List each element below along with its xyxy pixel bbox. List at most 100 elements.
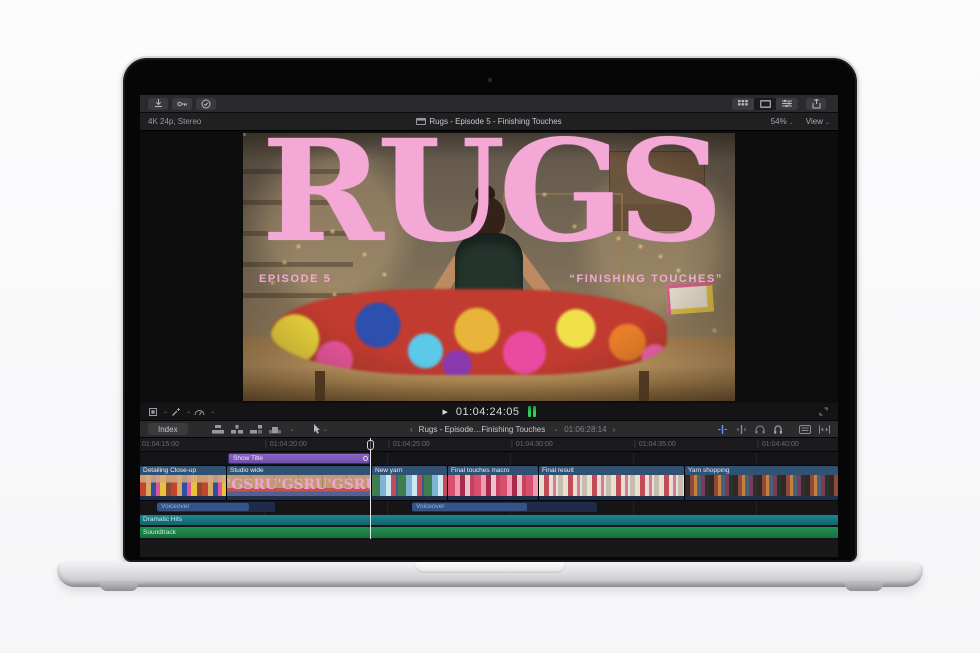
fit-timeline-icon[interactable] [819, 425, 830, 434]
inspector-toggle[interactable] [776, 98, 798, 110]
clip-filmstrip [539, 475, 684, 496]
timeline-toggle[interactable] [754, 98, 776, 110]
current-timecode: 01:04:24:05 [456, 406, 520, 418]
lid-groove [414, 562, 566, 573]
viewer-pane: RUGS EPISODE 5 “FINISHING TOUCHES” [140, 131, 838, 403]
title-clip-label: Show Title [233, 455, 263, 462]
video-clip[interactable]: Final result [539, 466, 684, 500]
timeline-pane: 01:04:15:00 |01:04:20:00 |01:04:25:00 |0… [140, 438, 838, 540]
background-tasks-button[interactable] [196, 98, 216, 110]
play-button[interactable]: ▶ [442, 408, 447, 416]
viewer-info-bar: 4K 24p, Stereo Rugs - Episode 5 - Finish… [140, 113, 838, 131]
timeline-toolbar: Index ⌄ [140, 420, 838, 438]
audio-meters[interactable] [528, 406, 536, 417]
background-tasks-icon [201, 99, 211, 109]
clip-label: Soundtrack [143, 529, 176, 536]
clip-audio-strip [227, 496, 370, 500]
timeline-tracks: Show Title Detailing Close-up Studio wid… [140, 453, 838, 540]
playhead[interactable] [370, 438, 371, 539]
filmstrip-icon [760, 100, 771, 108]
next-clip-button[interactable]: › [613, 425, 616, 434]
import-icon [154, 99, 163, 108]
title-clip[interactable]: Show Title [228, 453, 370, 464]
connect-edit-icon[interactable] [212, 425, 224, 434]
ruler-tick: |01:04:20:00 [265, 441, 307, 448]
share-button[interactable] [806, 98, 826, 110]
clip-nav-timecode: 01:06:28:14 [564, 425, 606, 434]
clip-label: Detailing Close-up [140, 466, 226, 475]
clip-label: Final touches macro [448, 466, 538, 475]
macbook-screen: 4K 24p, Stereo Rugs - Episode 5 - Finish… [121, 56, 859, 564]
transport-bar: ⌄ ⌄ ⌄ ▶ 01:04:24:05 [140, 403, 838, 420]
top-toolbar [140, 95, 838, 113]
voiceover-clip[interactable]: Voiceover [157, 502, 275, 512]
final-cut-window: 4K 24p, Stereo Rugs - Episode 5 - Finish… [140, 95, 838, 557]
clip-navigator: ‹ Rugs - Episode…Finishing Touches ⌄ 01:… [410, 425, 615, 434]
index-button[interactable]: Index [148, 423, 188, 435]
subtitle-caption: “FINISHING TOUCHES” [569, 273, 723, 285]
laptop-foot [100, 583, 138, 591]
timeline-ruler[interactable]: 01:04:15:00 |01:04:20:00 |01:04:25:00 |0… [140, 438, 838, 452]
video-clip[interactable]: Final touches macro [448, 466, 538, 500]
playhead-handle[interactable] [367, 440, 374, 450]
ruler-tick: 01:04:15:00 [142, 441, 179, 448]
page-background: 4K 24p, Stereo Rugs - Episode 5 - Finish… [0, 0, 980, 653]
import-button[interactable] [148, 98, 168, 110]
overwrite-edit-icon[interactable] [269, 425, 281, 434]
pane-switcher [732, 98, 798, 110]
clapper-icon [416, 118, 426, 125]
music-track-dramatic[interactable]: Dramatic Hits [140, 515, 838, 525]
video-clip[interactable]: Detailing Close-up [140, 466, 226, 500]
video-title-text: RUGS [243, 133, 735, 262]
solo-icon[interactable] [755, 425, 765, 434]
append-edit-icon[interactable] [250, 425, 262, 434]
timecode-group: ▶ 01:04:24:05 [140, 406, 838, 418]
ruler-tick: |01:04:30:00 [511, 441, 553, 448]
select-tool-icon[interactable] [313, 424, 321, 434]
ruler-tick: |01:04:40:00 [757, 441, 799, 448]
video-clip[interactable]: Studio wide 'GSRU'GSRU'GSRU'GSR [227, 466, 370, 500]
browser-toggle[interactable] [732, 98, 754, 110]
music-track-soundtrack[interactable]: Soundtrack [140, 527, 838, 538]
clip-audio-strip [140, 496, 226, 500]
browser-grid-icon [738, 100, 748, 108]
clip-appearance-icon[interactable] [799, 425, 811, 434]
video-clip[interactable]: New yarn [372, 466, 447, 500]
clip-filmstrip [140, 475, 226, 496]
clip-label: New yarn [372, 466, 447, 475]
voiceover-clip[interactable]: Voiceover [412, 502, 597, 512]
clip-audio-strip [448, 496, 538, 500]
webcam-dot [488, 78, 492, 82]
clip-audio-strip [372, 496, 447, 500]
fullscreen-icon[interactable] [819, 407, 828, 416]
clip-nav-title[interactable]: Rugs - Episode…Finishing Touches [419, 425, 546, 434]
clip-label: Voiceover [416, 503, 445, 510]
project-title: Rugs - Episode 5 - Finishing Touches [140, 117, 838, 126]
snapping-icon[interactable] [773, 425, 783, 434]
clip-filmstrip [372, 475, 447, 496]
keywords-icon [177, 100, 188, 108]
macbook-base [57, 562, 923, 587]
ruler-tick: |01:04:35:00 [634, 441, 676, 448]
video-frame: RUGS EPISODE 5 “FINISHING TOUCHES” [243, 133, 735, 401]
share-icon [812, 99, 821, 109]
skimming-icon[interactable] [717, 425, 728, 434]
laptop-foot [845, 583, 883, 591]
clip-label: Dramatic Hits [143, 516, 182, 523]
insert-edit-icon[interactable] [231, 425, 243, 434]
clip-filmstrip: 'GSRU'GSRU'GSRU'GSR [227, 475, 370, 496]
keywords-button[interactable] [172, 98, 192, 110]
clip-filmstrip [685, 475, 838, 496]
video-clip[interactable]: Yarn shopping [685, 466, 838, 500]
clip-label: Voiceover [161, 503, 190, 510]
audio-skimming-icon[interactable] [736, 425, 747, 434]
inspector-sliders-icon [782, 99, 792, 108]
clip-label: Studio wide [227, 466, 370, 475]
edit-buttons: ⌄ [212, 425, 295, 434]
clip-audio-strip [539, 496, 684, 500]
prev-clip-button[interactable]: ‹ [410, 425, 413, 434]
clip-audio-strip [685, 496, 838, 500]
timeline-options [717, 425, 830, 434]
clip-filmstrip [448, 475, 538, 496]
clip-anchor-dot [363, 456, 368, 461]
